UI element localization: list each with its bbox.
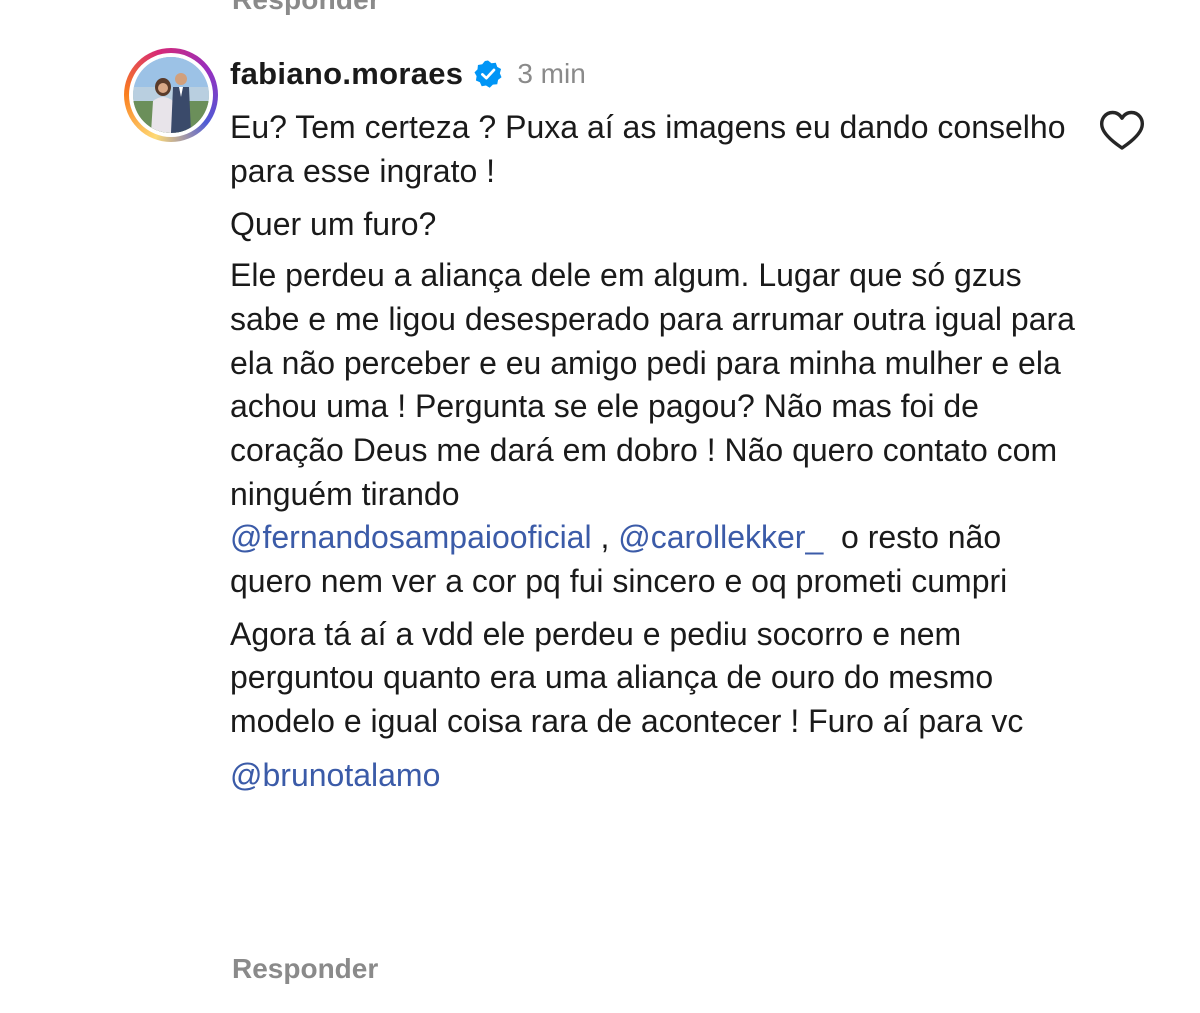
comment-paragraph: Agora tá aí a vdd ele perdeu e pediu soc… — [230, 615, 1024, 740]
comment-text: , — [591, 519, 619, 556]
mention-link[interactable]: @carollekker_ — [618, 519, 823, 555]
username[interactable]: fabiano.moraes — [230, 56, 463, 92]
mention-link[interactable]: @fernandosampaiooficial — [230, 519, 592, 555]
verified-badge-icon — [474, 60, 502, 88]
comment-text: Ele perdeu a aliança dele em algum. Luga… — [230, 257, 1075, 512]
comment-header: fabiano.moraes 3 min — [230, 52, 586, 96]
heart-icon[interactable] — [1098, 108, 1146, 152]
comment-paragraph: Quer um furo? — [230, 206, 437, 243]
avatar[interactable] — [124, 48, 218, 142]
comment-paragraph: @brunotalamo — [230, 754, 1090, 798]
comment-body: Eu? Tem certeza ? Puxa aí as imagens eu … — [230, 106, 1090, 798]
reply-button[interactable]: Responder — [232, 953, 378, 985]
comment-paragraph: Ele perdeu a aliança dele em algum. Luga… — [230, 254, 1090, 604]
comment-paragraph: Eu? Tem certeza ? Puxa aí as imagens eu … — [230, 109, 1066, 189]
avatar-photo — [133, 57, 209, 133]
comment-timestamp: 3 min — [517, 58, 586, 89]
mention-link[interactable]: @brunotalamo — [230, 757, 440, 793]
previous-reply-button[interactable]: Responder — [232, 0, 380, 16]
